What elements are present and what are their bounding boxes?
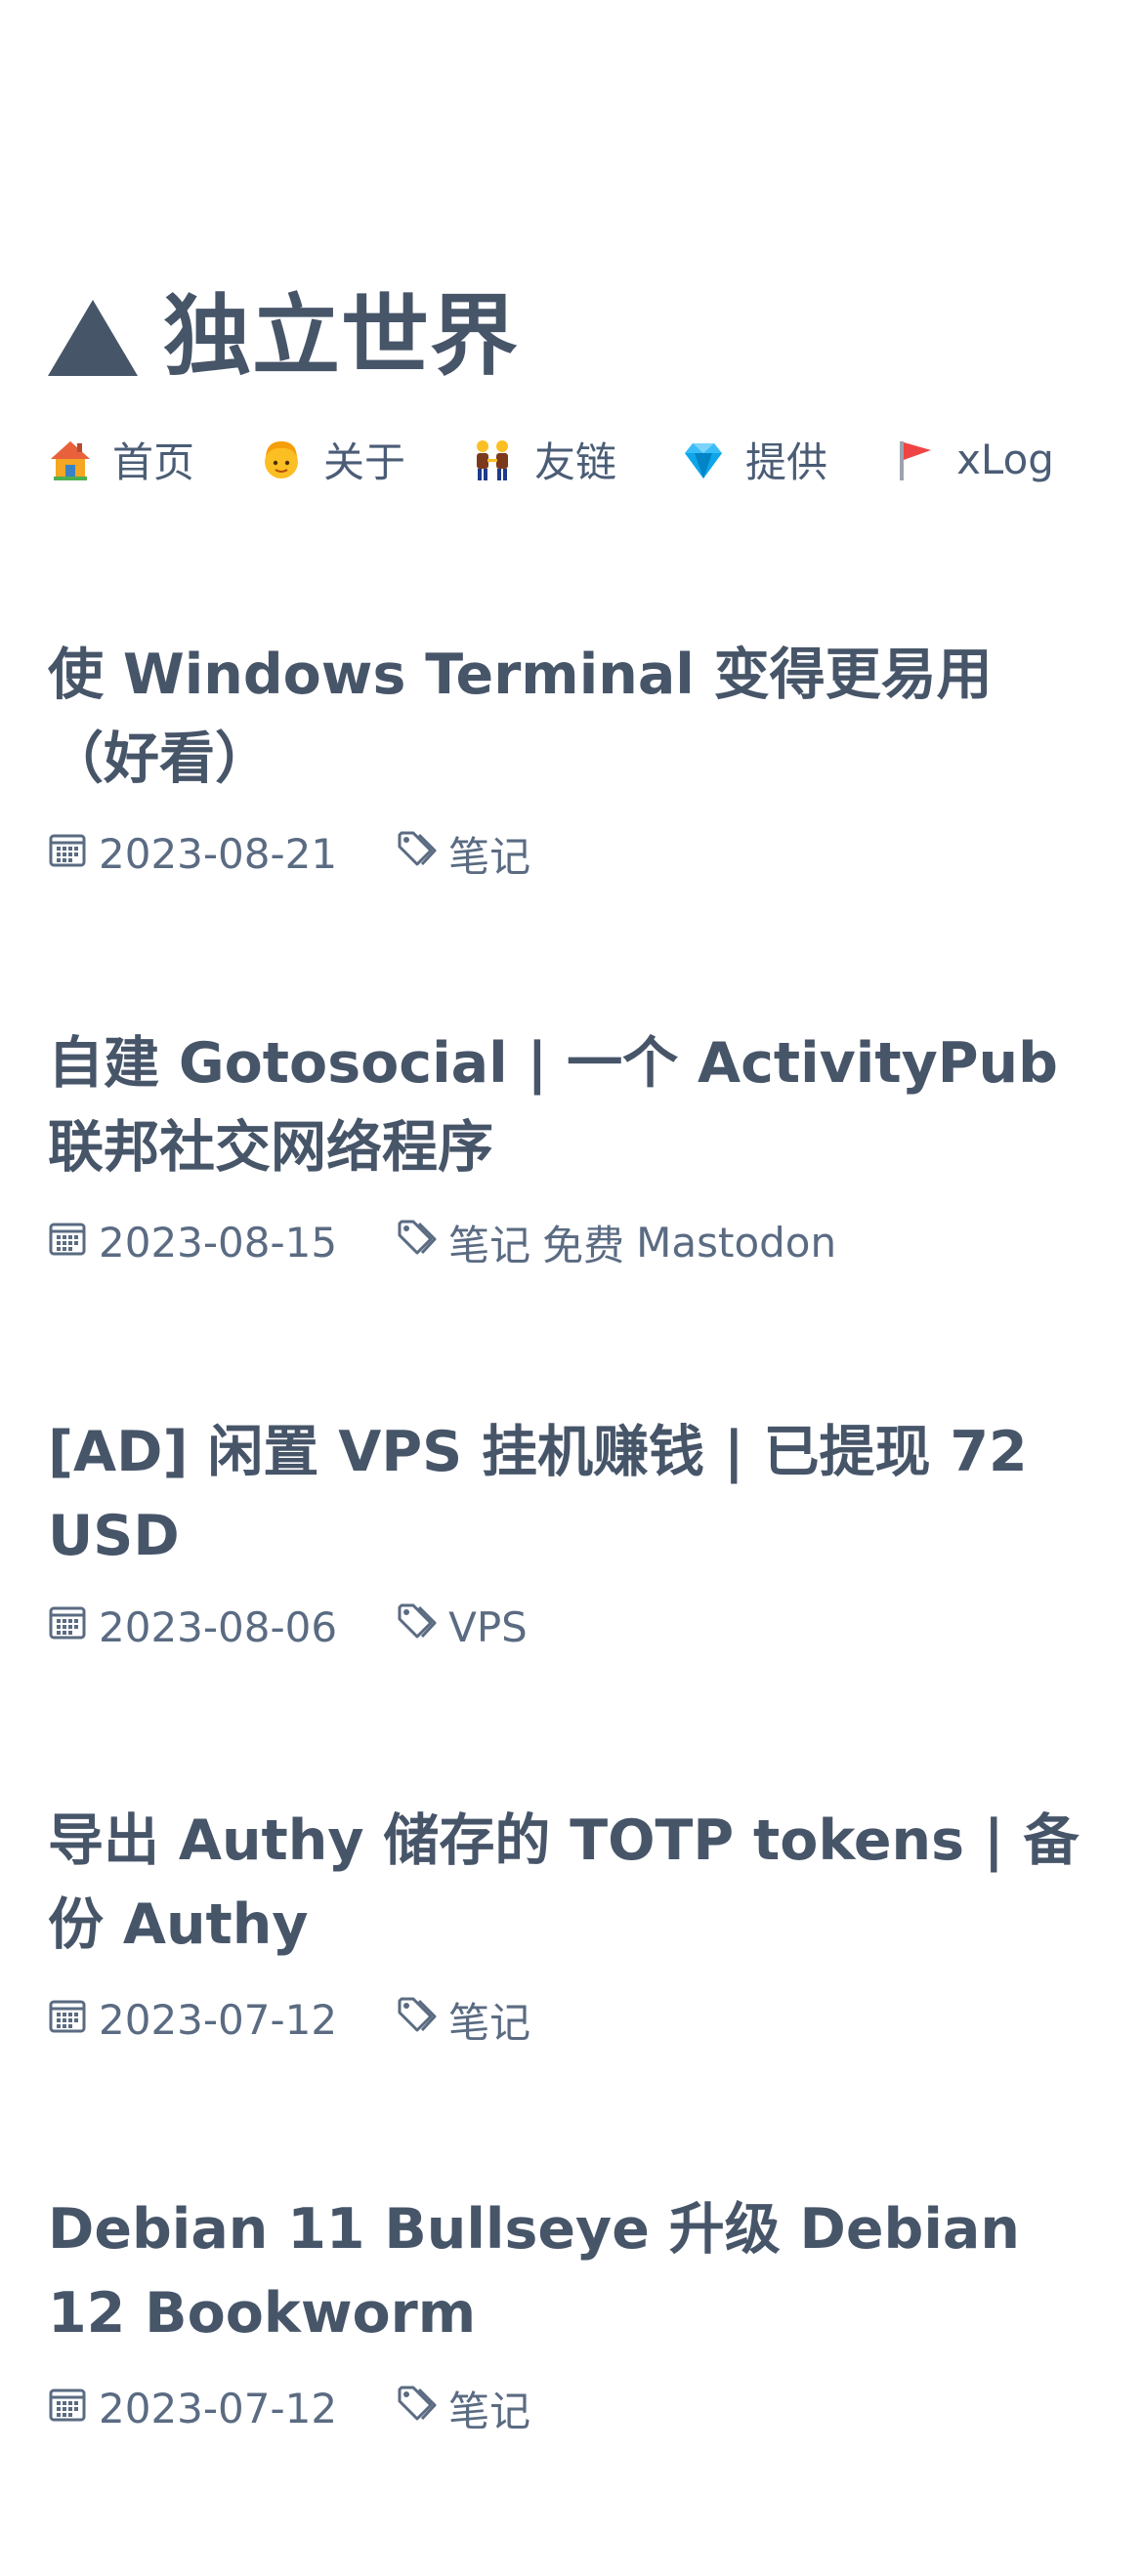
nav-item-xlog[interactable]: xLog xyxy=(892,436,1054,483)
tag-link[interactable]: Mastodon xyxy=(636,1219,836,1267)
post-title-link[interactable]: [AD] 闲置 VPS 挂机赚钱 | 已提现 72 USD xyxy=(48,1410,1083,1578)
post-meta: 2023-08-21 笔记 xyxy=(48,824,542,884)
calendar-icon xyxy=(48,1996,87,2045)
post-tags: 笔记 xyxy=(396,2379,542,2438)
post-meta: 2023-07-12 笔记 xyxy=(48,2379,542,2438)
post-tags: 笔记 免费 Mastodon xyxy=(396,1213,848,1272)
nav-item-provide[interactable]: 提供 xyxy=(681,430,827,489)
calendar-icon xyxy=(48,830,87,879)
post-date: 2023-08-15 xyxy=(48,1219,337,1267)
post-date-text: 2023-07-12 xyxy=(99,1996,338,2044)
tag-link[interactable]: VPS xyxy=(448,1603,528,1651)
main-nav: 首页 关于 友链 提供 xLog xyxy=(48,430,1054,489)
tag-icon xyxy=(396,1995,437,2046)
post-meta: 2023-08-06 VPS xyxy=(48,1601,539,1652)
flag-icon xyxy=(892,437,937,482)
post-tags: 笔记 xyxy=(396,1990,542,2050)
person-icon xyxy=(259,437,304,482)
post-tags: 笔记 xyxy=(396,824,542,884)
post-tags: VPS xyxy=(396,1601,539,1652)
post-title-link[interactable]: 导出 Authy 储存的 TOTP tokens | 备份 Authy xyxy=(48,1799,1083,1967)
post-title-link[interactable]: 使 Windows Terminal 变得更易用（好看） xyxy=(48,633,1083,801)
house-icon xyxy=(48,437,93,482)
post-date: 2023-07-12 xyxy=(48,2385,337,2433)
calendar-icon xyxy=(48,1602,87,1651)
tag-icon xyxy=(396,829,437,880)
nav-item-provide-label: 提供 xyxy=(745,438,828,486)
people-holding-hands-icon xyxy=(470,437,515,482)
post-date-text: 2023-08-06 xyxy=(99,1602,338,1651)
tag-link[interactable]: 笔记 xyxy=(448,1990,530,2050)
post-date: 2023-08-21 xyxy=(48,830,337,879)
triangle-logo-icon xyxy=(48,300,138,376)
site-title-link[interactable]: 独立世界 xyxy=(48,278,1103,395)
post-date-text: 2023-08-15 xyxy=(99,1219,338,1267)
post-date: 2023-07-12 xyxy=(48,1996,337,2045)
site-title-text: 独立世界 xyxy=(163,285,519,388)
nav-item-links[interactable]: 友链 xyxy=(470,430,616,489)
nav-item-links-label: 友链 xyxy=(534,438,617,486)
post-item: 自建 Gotosocial | 一个 ActivityPub 联邦社交网络程序 … xyxy=(48,1021,1103,1410)
nav-item-home-label: 首页 xyxy=(112,438,195,486)
post-date: 2023-08-06 xyxy=(48,1602,337,1651)
post-item: Debian 11 Bullseye 升级 Debian 12 Bookworm… xyxy=(48,2187,1103,2576)
post-meta: 2023-07-12 笔记 xyxy=(48,1990,542,2050)
calendar-icon xyxy=(48,2385,87,2433)
post-date-text: 2023-08-21 xyxy=(99,830,338,878)
post-list: 使 Windows Terminal 变得更易用（好看） 2023-08-21 xyxy=(48,633,1103,2576)
post-title-link[interactable]: 自建 Gotosocial | 一个 ActivityPub 联邦社交网络程序 xyxy=(48,1021,1083,1189)
tag-link[interactable]: 笔记 xyxy=(448,824,530,884)
site-header: 独立世界 xyxy=(48,278,1103,395)
tag-link[interactable]: 笔记 xyxy=(448,2379,530,2438)
tag-icon xyxy=(396,1601,437,1652)
tag-link[interactable]: 免费 xyxy=(542,1213,624,1272)
post-date-text: 2023-07-12 xyxy=(99,2385,338,2432)
nav-item-home[interactable]: 首页 xyxy=(48,430,194,489)
post-item: [AD] 闲置 VPS 挂机赚钱 | 已提现 72 USD 2023-08-06 xyxy=(48,1410,1103,1799)
gem-icon xyxy=(681,437,726,482)
post-item: 使 Windows Terminal 变得更易用（好看） 2023-08-21 xyxy=(48,633,1103,1021)
nav-item-about[interactable]: 关于 xyxy=(259,430,405,489)
post-title-link[interactable]: Debian 11 Bullseye 升级 Debian 12 Bookworm xyxy=(48,2187,1083,2355)
nav-item-xlog-label: xLog xyxy=(956,436,1054,483)
tag-icon xyxy=(396,2384,437,2434)
tag-icon xyxy=(396,1218,437,1268)
nav-item-about-label: 关于 xyxy=(323,438,406,486)
calendar-icon xyxy=(48,1219,87,1267)
post-item: 导出 Authy 储存的 TOTP tokens | 备份 Authy 2023… xyxy=(48,1799,1103,2187)
post-meta: 2023-08-15 笔记 免费 Mastodon xyxy=(48,1213,848,1272)
tag-link[interactable]: 笔记 xyxy=(448,1213,530,1272)
